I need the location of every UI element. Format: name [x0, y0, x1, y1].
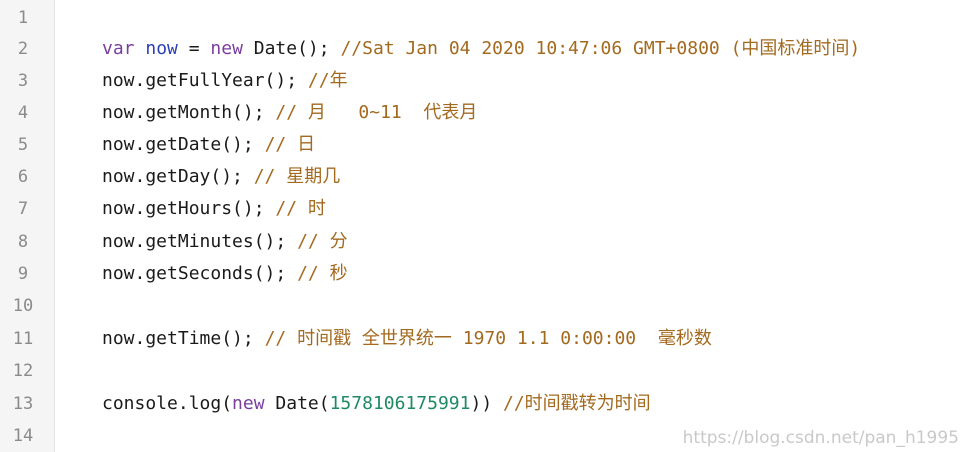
keyword-var: var — [102, 38, 135, 59]
identifier-now: now — [134, 38, 178, 59]
watermark: https://blog.csdn.net/pan_h1995 — [682, 428, 959, 448]
comment-unit: 毫秒数 — [636, 328, 712, 349]
comment: // 日 — [264, 134, 316, 155]
line-number: 7 — [17, 199, 29, 219]
line-number: 13 — [12, 394, 34, 414]
code-line-7[interactable]: 7 now.getHours(); // 时 — [0, 193, 963, 225]
operator-assign: = — [177, 38, 211, 59]
timestamp-literal: 1578106175991 — [329, 393, 471, 414]
date-call: Date(); — [242, 38, 341, 59]
code-text: now.getDay(); // 星期几 — [102, 161, 340, 193]
date-call: Date( — [264, 393, 330, 414]
code-statement: now.getHours(); — [102, 198, 276, 219]
code-statement: now.getMinutes(); — [102, 231, 298, 252]
comment: // 星期几 — [253, 166, 341, 187]
comment: // 月 0~11 代表月 — [275, 102, 478, 123]
line-number: 14 — [12, 426, 34, 446]
comment-epoch: 1970 1.1 0:00:00 — [462, 328, 637, 349]
code-line-8[interactable]: 8 now.getMinutes(); // 分 — [0, 226, 963, 258]
code-statement: now.getTime(); — [102, 328, 265, 349]
code-text: now.getMinutes(); // 分 — [102, 226, 348, 258]
code-line-13[interactable]: 13 console.log(new Date(1578106175991)) … — [0, 388, 963, 420]
code-statement: now.getSeconds(); — [102, 263, 298, 284]
code-line-12[interactable]: 12 — [0, 355, 963, 387]
code-line-6[interactable]: 6 now.getDay(); // 星期几 — [0, 161, 963, 193]
code-line-11[interactable]: 11 now.getTime(); // 时间戳 全世界统一 1970 1.1 … — [0, 323, 963, 355]
line-number: 10 — [12, 296, 34, 316]
line-number: 1 — [17, 8, 29, 28]
code-line-5[interactable]: 5 now.getDate(); // 日 — [0, 129, 963, 161]
code-editor[interactable]: 1 2 var now = new Date(); //Sat Jan 04 2… — [0, 0, 963, 452]
code-line-4[interactable]: 4 now.getMonth(); // 月 0~11 代表月 — [0, 97, 963, 129]
code-text: var now = new Date(); //Sat Jan 04 2020 … — [102, 33, 860, 65]
line-number: 5 — [17, 135, 29, 155]
code-line-3[interactable]: 3 now.getFullYear(); //年 — [0, 65, 963, 97]
line-number: 12 — [12, 361, 34, 381]
comment: // 时间戳 全世界统一 — [264, 328, 463, 349]
line-number: 2 — [17, 39, 29, 59]
comment: // 秒 — [297, 263, 348, 284]
comment: //时间戳转为时间 — [503, 393, 651, 414]
code-statement: now.getMonth(); — [102, 102, 276, 123]
code-statement: now.getDate(); — [102, 134, 265, 155]
line-number: 3 — [17, 71, 29, 91]
line-number: 9 — [17, 264, 29, 284]
line-number: 8 — [17, 232, 29, 252]
keyword-new: new — [210, 38, 243, 59]
code-text: now.getMonth(); // 月 0~11 代表月 — [102, 97, 477, 129]
code-statement: now.getFullYear(); — [102, 70, 308, 91]
code-line-2[interactable]: 2 var now = new Date(); //Sat Jan 04 202… — [0, 33, 963, 65]
code-text: console.log(new Date(1578106175991)) //时… — [102, 388, 651, 420]
code-text: now.getTime(); // 时间戳 全世界统一 1970 1.1 0:0… — [102, 323, 712, 355]
console-log-call: console.log( — [102, 393, 233, 414]
comment: // 时 — [275, 198, 326, 219]
code-text: now.getSeconds(); // 秒 — [102, 258, 348, 290]
comment: //年 — [307, 70, 348, 91]
line-number: 4 — [17, 103, 29, 123]
line-number: 11 — [12, 329, 34, 349]
code-text: now.getDate(); // 日 — [102, 129, 315, 161]
code-line-10[interactable]: 10 — [0, 290, 963, 322]
comment: // 分 — [297, 231, 348, 252]
code-text: now.getHours(); // 时 — [102, 193, 326, 225]
code-line-1[interactable]: 1 — [0, 2, 963, 34]
keyword-new: new — [232, 393, 265, 414]
code-text: now.getFullYear(); //年 — [102, 65, 348, 97]
line-number: 6 — [17, 167, 29, 187]
code-line-9[interactable]: 9 now.getSeconds(); // 秒 — [0, 258, 963, 290]
comment: //Sat Jan 04 2020 10:47:06 GMT+0800 (中国标… — [340, 38, 861, 59]
code-statement: now.getDay(); — [102, 166, 254, 187]
closing-parens: )) — [470, 393, 503, 414]
